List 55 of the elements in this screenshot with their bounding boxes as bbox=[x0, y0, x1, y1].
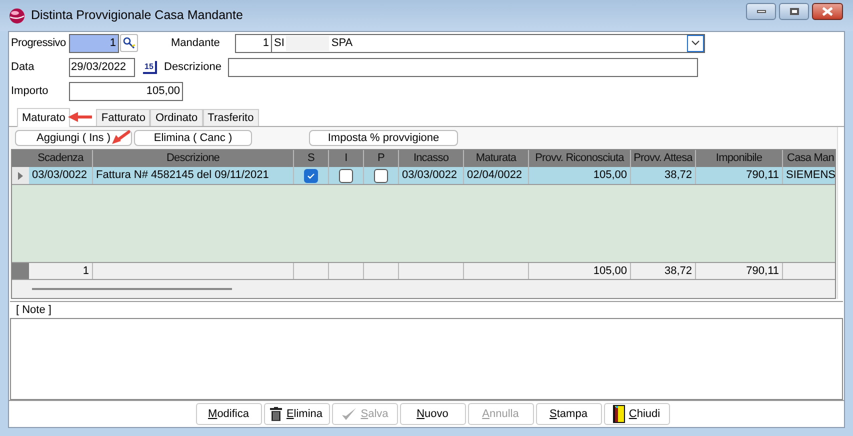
tab[interactable]: Maturato bbox=[17, 108, 70, 127]
field-label: Data bbox=[11, 60, 36, 75]
close-button[interactable] bbox=[812, 3, 843, 20]
check-icon bbox=[340, 407, 357, 421]
minimize-button[interactable] bbox=[746, 3, 776, 20]
note-field[interactable] bbox=[10, 318, 843, 400]
field-label: Progressivo bbox=[11, 36, 67, 51]
check-icon bbox=[307, 172, 315, 180]
table-cell: 02/04/0022 bbox=[464, 167, 529, 184]
checkbox[interactable] bbox=[339, 168, 353, 182]
search-icon[interactable] bbox=[120, 34, 138, 52]
table-cell: 105,00 bbox=[529, 167, 631, 184]
table-cell: 38,72 bbox=[631, 167, 696, 184]
action-button[interactable]: Stampa bbox=[536, 403, 602, 425]
window-title: Distinta Provvigionale Casa Mandante bbox=[31, 7, 243, 24]
trash-icon bbox=[270, 407, 282, 421]
mandante-dropdown[interactable]: 1 SI SPA bbox=[235, 34, 705, 52]
field-label: Mandante bbox=[171, 36, 221, 51]
table-cell: 790,11 bbox=[696, 167, 783, 184]
checkbox[interactable] bbox=[374, 168, 388, 182]
table-cell: Fattura N# 4582145 del 09/11/2021 bbox=[93, 167, 294, 184]
horizontal-scrollbar[interactable] bbox=[32, 288, 232, 290]
door-icon bbox=[612, 405, 625, 423]
table-cell: 03/03/0022 bbox=[399, 167, 464, 184]
action-button[interactable]: Chiudi bbox=[604, 403, 670, 425]
action-button[interactable]: Elimina bbox=[264, 403, 330, 425]
total-cell: 1 bbox=[29, 263, 93, 279]
arrow-annotation bbox=[68, 112, 92, 122]
note-label: [ Note ] bbox=[15, 303, 52, 318]
checkbox[interactable] bbox=[304, 168, 318, 182]
toolbar-button[interactable]: Elimina ( Canc ) bbox=[134, 130, 252, 146]
descrizione-field[interactable] bbox=[228, 58, 698, 76]
close-icon bbox=[822, 7, 833, 16]
tab[interactable]: Trasferito bbox=[202, 109, 259, 126]
maximize-button[interactable] bbox=[779, 3, 809, 20]
redacted-area bbox=[286, 36, 330, 50]
tab[interactable]: Ordinato bbox=[150, 109, 203, 126]
arrow-annotation bbox=[112, 130, 130, 145]
app-logo-icon bbox=[9, 8, 25, 24]
toolbar-button[interactable]: Aggiungi ( Ins ) bbox=[15, 130, 132, 146]
total-cell: 38,72 bbox=[631, 263, 696, 279]
toolbar-button[interactable]: Imposta % provvigione bbox=[309, 130, 458, 146]
tab[interactable]: Fatturato bbox=[96, 109, 150, 126]
importo-field[interactable]: 105,00 bbox=[69, 82, 183, 100]
action-button[interactable]: Nuovo bbox=[400, 403, 466, 425]
field-label: Importo bbox=[11, 84, 50, 99]
action-button[interactable]: Modifica bbox=[196, 403, 262, 425]
table-cell: 03/03/0022 bbox=[29, 167, 93, 184]
chevron-down-icon bbox=[691, 40, 700, 46]
table-cell: SIEMENS bbox=[783, 167, 835, 184]
total-cell: 790,11 bbox=[696, 263, 783, 279]
date-field[interactable]: 29/03/2022 bbox=[69, 58, 135, 76]
total-cell: 105,00 bbox=[529, 263, 631, 279]
field-label: Descrizione bbox=[164, 60, 222, 75]
progressivo-field[interactable]: 1 bbox=[69, 34, 119, 52]
